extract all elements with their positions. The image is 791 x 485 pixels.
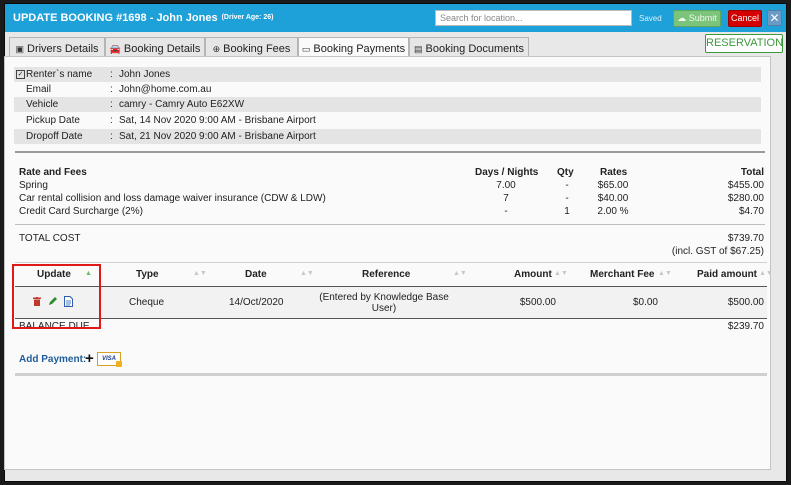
update-column-highlight: [12, 264, 101, 329]
saved-status: Saved: [639, 14, 662, 23]
tab-label: Booking Documents: [425, 43, 524, 55]
fee-qty: -: [565, 193, 569, 204]
fee-total: $280.00: [727, 193, 764, 204]
submit-label: Submit: [688, 13, 717, 23]
info-value: Sat, 14 Nov 2020 9:00 AM - Brisbane Airp…: [119, 115, 316, 126]
info-row-email: Email: John@home.com.au: [14, 82, 761, 97]
title-text: UPDATE BOOKING #1698 - John Jones: [13, 12, 218, 24]
info-colon: :: [110, 99, 113, 110]
fee-rate: $40.00: [597, 193, 629, 204]
info-row-vehicle: Vehicle: camry - Camry Auto E62XW: [14, 97, 761, 112]
sort-icon[interactable]: ▲▼: [300, 270, 314, 277]
payment-date: 14/Oct/2020: [229, 297, 284, 308]
payment-type: Cheque: [129, 297, 165, 308]
collapse-toggle-icon[interactable]: ✓: [16, 70, 25, 79]
fee-qty: -: [565, 180, 569, 191]
col-header-date[interactable]: Date: [245, 269, 267, 280]
fee-total: $455.00: [727, 180, 764, 191]
info-key: Email: [26, 84, 52, 95]
card-badge-icon: [116, 361, 122, 367]
divider: [15, 224, 765, 225]
divider: [15, 318, 767, 319]
info-row-pickup: Pickup Date: Sat, 14 Nov 2020 9:00 AM - B…: [14, 113, 761, 128]
fee-qty: 1: [564, 206, 570, 217]
divider: [15, 262, 767, 263]
fee-rate: 2.00 %: [597, 206, 629, 217]
tab-label: Booking Details: [123, 43, 201, 55]
info-value: camry - Camry Auto E62XW: [119, 99, 245, 110]
tab-label: Drivers Details: [27, 43, 99, 55]
info-value: Sat, 21 Nov 2020 9:00 AM - Brisbane Airp…: [119, 131, 316, 142]
fees-header-days: Days / Nights: [475, 167, 539, 178]
sort-icon[interactable]: ▲▼: [453, 270, 467, 277]
reservation-button[interactable]: RESERVATION: [705, 34, 783, 53]
submit-button[interactable]: ☁ Submit: [673, 10, 721, 27]
sort-icon[interactable]: ▲▼: [193, 270, 207, 277]
info-row-renter: ✓ Renter`s name: John Jones: [14, 67, 761, 82]
info-colon: :: [110, 69, 113, 80]
col-header-amount[interactable]: Amount: [514, 269, 552, 280]
fee-days: 7: [503, 193, 509, 204]
fee-total: $4.70: [738, 206, 764, 217]
info-key: Renter`s name: [26, 69, 93, 80]
info-key: Vehicle: [26, 99, 59, 110]
total-cost-value: $739.70: [727, 233, 764, 244]
tab-label: Booking Payments: [313, 43, 406, 55]
fees-header-total: Total: [740, 167, 764, 178]
panel-footer-bar: [15, 373, 767, 376]
payment-paid-amount: $500.00: [727, 297, 764, 308]
driver-age: (Driver Age: 26): [221, 14, 274, 21]
add-icon[interactable]: +: [85, 350, 94, 367]
fee-days: -: [504, 206, 508, 217]
info-key: Dropoff Date: [26, 131, 83, 142]
col-header-type[interactable]: Type: [136, 269, 159, 280]
payment-reference-line2: User): [371, 303, 397, 314]
payment-amount: $500.00: [519, 297, 556, 308]
col-header-merchant-fee[interactable]: Merchant Fee: [590, 269, 654, 280]
title-bar: UPDATE BOOKING #1698 - John Jones (Driver…: [5, 4, 786, 32]
add-payment-label[interactable]: Add Payment:: [19, 354, 86, 365]
divider: [15, 151, 765, 153]
gst-note: (incl. GST of $67.25): [671, 246, 764, 257]
fees-header-name: Rate and Fees: [19, 167, 87, 178]
tab-label: Booking Fees: [223, 43, 291, 55]
info-colon: :: [110, 115, 113, 126]
close-icon[interactable]: ✕: [767, 10, 782, 26]
location-search-input[interactable]: [435, 10, 632, 26]
fee-days: 7.00: [496, 180, 516, 191]
fee-name: Spring: [19, 180, 48, 191]
sort-icon[interactable]: ▲▼: [759, 270, 773, 277]
info-value: John@home.com.au: [119, 84, 212, 95]
info-value: John Jones: [119, 69, 171, 80]
fee-name: Car rental collision and loss damage wai…: [19, 193, 326, 204]
payment-merchant-fee: $0.00: [632, 297, 658, 308]
payment-reference-line1: (Entered by Knowledge Base: [319, 292, 449, 303]
col-header-reference[interactable]: Reference: [362, 269, 410, 280]
cancel-button[interactable]: Cancel: [728, 10, 762, 27]
cloud-upload-icon: ☁: [677, 13, 687, 23]
sort-icon[interactable]: ▲▼: [554, 270, 568, 277]
info-key: Pickup Date: [26, 115, 80, 126]
sort-icon[interactable]: ▲▼: [658, 270, 672, 277]
total-cost-label: TOTAL COST: [19, 233, 81, 244]
info-colon: :: [110, 131, 113, 142]
fee-rate: $65.00: [597, 180, 629, 191]
info-row-dropoff: Dropoff Date: Sat, 21 Nov 2020 9:00 AM - …: [14, 129, 761, 144]
fees-header-qty: Qty: [557, 167, 574, 178]
fees-header-rates: Rates: [600, 167, 628, 178]
fee-name: Credit Card Surcharge (2%): [19, 206, 143, 217]
window-title: UPDATE BOOKING #1698 - John Jones (Driver…: [13, 12, 273, 24]
info-colon: :: [110, 84, 113, 95]
col-header-paid-amount[interactable]: Paid amount: [697, 269, 757, 280]
balance-due-value: $239.70: [727, 321, 764, 332]
